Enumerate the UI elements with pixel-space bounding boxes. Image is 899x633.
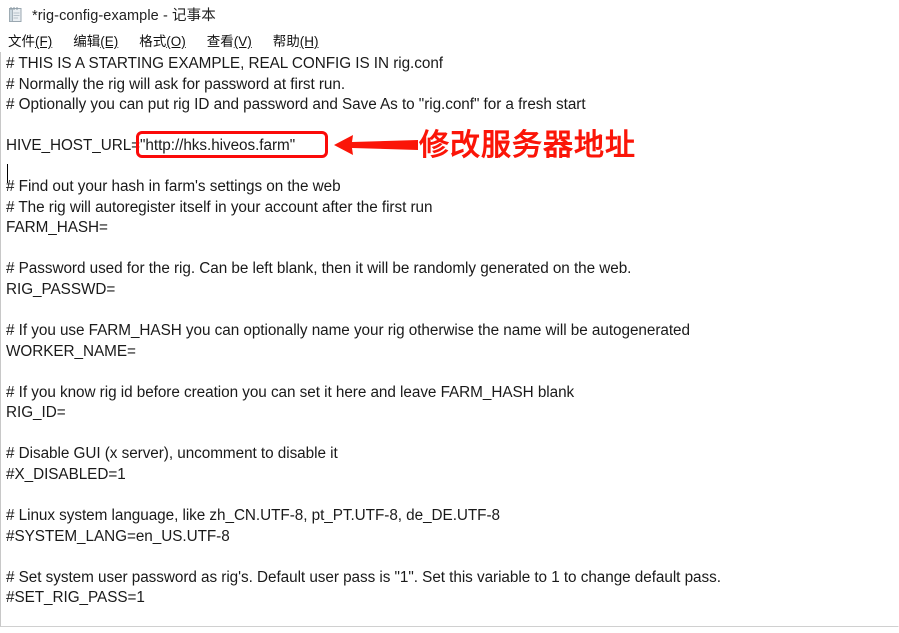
config-file-text[interactable]: # THIS IS A STARTING EXAMPLE, REAL CONFI… [6,54,896,609]
text-line: # The rig will autoregister itself in yo… [6,198,433,216]
menu-view-label: 查看 [206,34,234,49]
window-title: *rig-config-example - 记事本 [32,7,216,24]
menu-file-label: 文件 [8,34,35,49]
notepad-icon [7,6,24,23]
menu-view-accel: (V) [233,34,252,49]
menu-help-accel: (H) [299,34,319,49]
text-line: # Password used for the rig. Can be left… [6,260,632,278]
text-caret [7,164,8,183]
text-line: #SET_RIG_PASS=1 [6,589,145,607]
text-line [6,157,896,178]
text-line: FARM_HASH= [6,219,108,237]
menu-edit[interactable]: 编辑(E) [71,29,120,51]
menu-format-accel: (O) [166,34,186,49]
text-line [6,424,896,445]
text-line: # THIS IS A STARTING EXAMPLE, REAL CONFI… [6,55,443,72]
text-line: # Linux system language, like zh_CN.UTF-… [6,507,500,525]
text-line: #SYSTEM_LANG=en_US.UTF-8 [6,527,230,545]
text-line: HIVE_HOST_URL="http://hks.hiveos.farm" [6,137,296,155]
text-line: # Set system user password as rig's. Def… [6,568,721,586]
text-line: # Normally the rig will ask for password… [6,75,346,93]
menu-view[interactable]: 查看(V) [205,29,254,51]
text-line: RIG_ID= [6,404,66,422]
menu-format-label: 格式 [139,34,167,49]
menu-format[interactable]: 格式(O) [137,29,188,51]
text-line: # Optionally you can put rig ID and pass… [6,96,586,114]
menu-file-accel: (F) [35,34,53,49]
text-line: WORKER_NAME= [6,342,136,360]
text-line: # Disable GUI (x server), uncomment to d… [6,445,338,463]
menu-edit-label: 编辑 [73,34,101,49]
text-line: # If you use FARM_HASH you can optionall… [6,322,690,340]
menu-edit-accel: (E) [100,34,119,49]
notepad-window: *rig-config-example - 记事本 文件(F) 编辑(E) 格式… [0,0,899,633]
text-line: #X_DISABLED=1 [6,465,126,483]
menu-help-label: 帮助 [272,34,300,49]
text-line [6,301,896,322]
text-line: # Find out your hash in farm's settings … [6,178,341,196]
menubar: 文件(F) 编辑(E) 格式(O) 查看(V) 帮助(H) [0,28,899,52]
window-titlebar: *rig-config-example - 记事本 [0,0,899,28]
text-line: RIG_PASSWD= [6,281,116,299]
text-line [6,116,896,137]
text-line: # If you know rig id before creation you… [6,383,575,401]
menu-file[interactable]: 文件(F) [6,29,54,51]
text-line [6,485,896,506]
menu-help[interactable]: 帮助(H) [271,29,321,51]
text-line [6,239,896,260]
text-line [6,547,896,568]
text-line [6,362,896,383]
text-editor-area[interactable]: # THIS IS A STARTING EXAMPLE, REAL CONFI… [0,52,899,627]
